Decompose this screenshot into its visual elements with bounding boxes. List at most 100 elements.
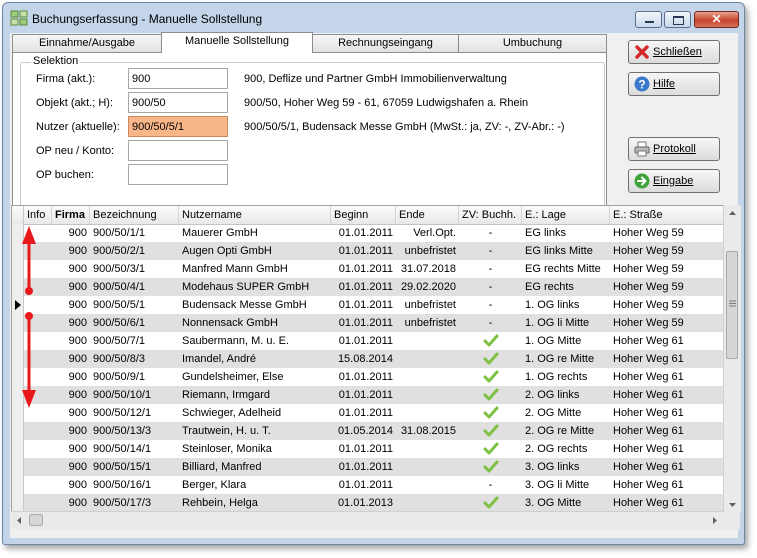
cell-ende bbox=[396, 476, 459, 494]
row-selector[interactable] bbox=[12, 476, 24, 494]
table-row[interactable]: 900 900/50/15/1 Billiard, Manfred 01.01.201… bbox=[12, 458, 725, 476]
tenant-grid[interactable]: Info Firma Bezeichnung Nutzername Beginn… bbox=[11, 205, 726, 513]
horizontal-scrollbar[interactable] bbox=[11, 511, 723, 529]
table-row[interactable]: 900 900/50/14/1 Steinloser, Monika 01.01.20… bbox=[12, 440, 725, 458]
cell-beginn: 01.01.2011 bbox=[338, 461, 393, 473]
cell-zv: - bbox=[488, 479, 493, 491]
tab-panel: Selektion Firma (akt.): 900, Deflize und… bbox=[12, 52, 607, 222]
table-row[interactable]: 900 900/50/10/1 Riemann, Irmgard 01.01.2011… bbox=[12, 386, 725, 404]
row-selector[interactable] bbox=[12, 458, 24, 476]
header-strasse[interactable]: E.: Straße bbox=[610, 206, 725, 224]
table-row[interactable]: 900 900/50/2/1 Augen Opti GmbH 01.01.2011 un… bbox=[12, 242, 725, 260]
vertical-scroll-thumb[interactable] bbox=[726, 251, 738, 359]
cell-strasse: Hoher Weg 61 bbox=[613, 335, 684, 347]
close-button[interactable]: Schließen bbox=[628, 40, 720, 64]
cell-lage: 3. OG li Mitte bbox=[525, 479, 590, 491]
op-buchen-input[interactable] bbox=[128, 164, 228, 185]
horizontal-scroll-thumb[interactable] bbox=[29, 514, 43, 526]
cell-bez: 900/50/14/1 bbox=[93, 443, 152, 455]
cell-ende bbox=[396, 332, 459, 350]
objekt-input[interactable] bbox=[128, 92, 228, 113]
cell-firma: 900 bbox=[68, 371, 87, 383]
cell-beginn: 01.05.2014 bbox=[337, 425, 393, 437]
cell-name: Augen Opti GmbH bbox=[182, 245, 272, 257]
cell-lage: 1. OG rechts bbox=[525, 371, 588, 383]
table-row[interactable]: 900 900/50/16/1 Berger, Klara 01.01.2011 - 3.… bbox=[12, 476, 725, 494]
firma-input[interactable] bbox=[128, 68, 228, 89]
scroll-up-arrow-icon[interactable] bbox=[724, 205, 741, 222]
tab-rechnungseingang[interactable]: Rechnungseingang bbox=[312, 34, 459, 52]
cell-beginn: 01.01.2011 bbox=[338, 299, 393, 311]
row-selector[interactable] bbox=[12, 494, 24, 512]
op-neu-input[interactable] bbox=[128, 140, 228, 161]
cell-firma: 900 bbox=[68, 407, 87, 419]
cell-lage: 3. OG links bbox=[525, 461, 580, 473]
minimize-icon bbox=[645, 21, 654, 23]
cell-lage: EG links Mitte bbox=[525, 245, 593, 257]
header-ende[interactable]: Ende bbox=[396, 206, 459, 224]
cell-ende: unbefristet bbox=[404, 245, 456, 257]
header-bezeichnung[interactable]: Bezeichnung bbox=[90, 206, 179, 224]
table-row[interactable]: 900 900/50/6/1 Nonnensack GmbH 01.01.2011 un… bbox=[12, 314, 725, 332]
cell-zv: - bbox=[488, 281, 493, 293]
table-row[interactable]: 900 900/50/13/3 Trautwein, H. u. T. 01.05.2… bbox=[12, 422, 725, 440]
scroll-left-arrow-icon[interactable] bbox=[11, 512, 28, 529]
help-question-icon: ? bbox=[634, 76, 650, 92]
cell-ende: 31.07.2018 bbox=[400, 263, 456, 275]
table-row[interactable]: 900 900/50/3/1 Manfred Mann GmbH 01.01.2011… bbox=[12, 260, 725, 278]
field-label-nutzer: Nutzer (aktuelle): bbox=[36, 121, 120, 133]
header-beginn[interactable]: Beginn bbox=[331, 206, 396, 224]
table-row[interactable]: 900 900/50/7/1 Saubermann, M. u. E. 01.01.2… bbox=[12, 332, 725, 350]
minimize-button[interactable] bbox=[635, 11, 662, 28]
scroll-down-arrow-icon[interactable] bbox=[724, 496, 741, 513]
cell-lage: 2. OG rechts bbox=[525, 443, 588, 455]
maximize-button[interactable] bbox=[664, 11, 691, 28]
table-row[interactable]: 900 900/50/12/1 Schwieger, Adelheid 01.01.2… bbox=[12, 404, 725, 422]
cell-lage: 2. OG links bbox=[525, 389, 580, 401]
tab-label: Manuelle Sollstellung bbox=[185, 35, 289, 47]
title-bar[interactable]: Buchungserfassung - Manuelle Sollstellun… bbox=[3, 3, 744, 33]
cell-firma: 900 bbox=[68, 353, 87, 365]
cell-lage: 1. OG re Mitte bbox=[525, 353, 595, 365]
nutzer-input[interactable] bbox=[128, 116, 228, 137]
row-selector[interactable] bbox=[12, 440, 24, 458]
table-row[interactable]: 900 900/50/9/1 Gundelsheimer, Else 01.01.20… bbox=[12, 368, 725, 386]
tab-umbuchung[interactable]: Umbuchung bbox=[458, 34, 607, 52]
cell-firma: 900 bbox=[68, 389, 87, 401]
cell-lage: EG links bbox=[525, 227, 566, 239]
header-nutzername[interactable]: Nutzername bbox=[179, 206, 331, 224]
cell-strasse: Hoher Weg 59 bbox=[613, 245, 684, 257]
header-firma[interactable]: Firma bbox=[52, 206, 90, 224]
cell-strasse: Hoher Weg 61 bbox=[613, 407, 684, 419]
tab-manuelle-sollstellung[interactable]: Manuelle Sollstellung bbox=[161, 32, 313, 53]
row-selector[interactable] bbox=[12, 422, 24, 440]
protocol-button[interactable]: Protokoll bbox=[628, 137, 720, 161]
cell-lage: EG rechts Mitte bbox=[525, 263, 601, 275]
table-row[interactable]: 900 900/50/17/3 Rehbein, Helga 01.01.2013 3.… bbox=[12, 494, 725, 512]
protocol-button-label: Protokoll bbox=[653, 143, 696, 155]
cell-lage: EG rechts bbox=[525, 281, 574, 293]
check-icon bbox=[483, 334, 498, 347]
header-zv-buchh[interactable]: ZV: Buchh. bbox=[459, 206, 522, 224]
vertical-scrollbar[interactable] bbox=[723, 205, 741, 513]
cell-beginn: 01.01.2011 bbox=[338, 281, 393, 293]
table-row[interactable]: 900 900/50/8/3 Imandel, André 15.08.2014 1. … bbox=[12, 350, 725, 368]
check-icon bbox=[483, 460, 498, 473]
table-row[interactable]: 900 900/50/1/1 Mauerer GmbH 01.01.2011 Verl.… bbox=[12, 224, 725, 242]
header-lage[interactable]: E.: Lage bbox=[522, 206, 610, 224]
svg-text:?: ? bbox=[638, 78, 645, 92]
cell-bez: 900/50/6/1 bbox=[93, 317, 145, 329]
cell-bez: 900/50/4/1 bbox=[93, 281, 145, 293]
entry-button[interactable]: Eingabe bbox=[628, 169, 720, 193]
close-window-button[interactable]: ✕ bbox=[694, 11, 739, 28]
window-title: Buchungserfassung - Manuelle Sollstellun… bbox=[32, 12, 263, 26]
tab-einnahme-ausgabe[interactable]: Einnahme/Ausgabe bbox=[12, 34, 162, 52]
help-button[interactable]: ? Hilfe bbox=[628, 72, 720, 96]
cell-ende bbox=[396, 404, 459, 422]
scroll-right-arrow-icon[interactable] bbox=[706, 512, 723, 529]
main-window: Buchungserfassung - Manuelle Sollstellun… bbox=[2, 2, 745, 545]
cell-name: Gundelsheimer, Else bbox=[182, 371, 284, 383]
table-row[interactable]: 900 900/50/5/1 Budensack Messe GmbH 01.01.2… bbox=[12, 296, 725, 314]
table-row[interactable]: 900 900/50/4/1 Modehaus SUPER GmbH 01.01.20… bbox=[12, 278, 725, 296]
cell-bez: 900/50/7/1 bbox=[93, 335, 145, 347]
